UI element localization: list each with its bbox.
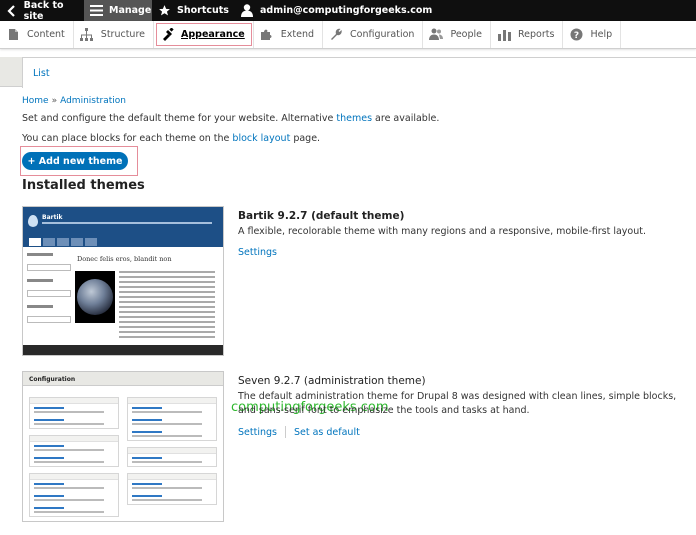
back-to-site-label: Back to site [23,0,64,22]
description-text: Set and configure the default theme for … [22,113,337,124]
description-text: are available. [372,113,440,124]
installed-themes-heading: Installed themes [22,178,145,193]
seven-theme-name: Seven 9.2.7 (administration theme) [238,375,426,387]
user-tab[interactable]: admin@computingforgeeks.com [234,0,440,21]
content-icon [6,28,20,42]
block-layout-description: You can place blocks for each theme on t… [22,133,320,144]
seven-header: Configuration [23,372,223,386]
bartik-header: Bartik [23,207,223,247]
shortcuts-label: Shortcuts [177,5,229,16]
bartik-article-text [119,271,215,341]
seven-theme-info: Seven 9.2.7 (administration theme) The d… [238,375,678,438]
chevron-left-icon [6,4,18,18]
admin-toolbar: Back to site Manage Shortcuts admin@comp… [0,0,696,22]
description-text: You can place blocks for each theme on t… [22,133,233,144]
breadcrumb-home-link[interactable]: Home [22,96,49,106]
extend-icon [260,28,274,42]
tab-list[interactable]: List [22,57,696,88]
bartik-theme-links: Settings [238,247,678,258]
menu-item-appearance[interactable]: Appearance [154,21,254,48]
drupal-drop-icon [28,215,38,227]
bartik-settings-link[interactable]: Settings [238,247,277,258]
menu-item-label: Configuration [350,29,415,40]
themes-description: Set and configure the default theme for … [22,113,439,124]
shortcuts-tab[interactable]: Shortcuts [152,0,234,21]
seven-left-column [29,397,119,521]
bartik-tabs [29,238,97,246]
people-icon [429,28,444,42]
seven-settings-link[interactable]: Settings [238,427,277,438]
bartik-article-image [75,271,115,323]
manage-label: Manage [109,5,152,16]
wrench-icon [329,28,343,42]
seven-set-default-link[interactable]: Set as default [294,427,360,438]
themes-link[interactable]: themes [336,113,372,124]
bartik-site-title: Bartik [42,214,63,221]
user-icon [240,4,254,18]
seven-page-title: Configuration [29,376,76,383]
breadcrumb-separator: » [51,96,58,106]
bartik-sidebar [27,253,71,331]
menu-item-configuration[interactable]: Configuration [323,21,424,48]
star-icon [158,4,171,18]
user-label: admin@computingforgeeks.com [260,5,433,16]
block-layout-link[interactable]: block layout [232,133,290,144]
breadcrumb: Home» Administration [22,96,126,106]
menu-item-people[interactable]: People [423,21,491,48]
seven-body [23,387,223,521]
help-icon: ? [569,28,583,42]
bartik-article-heading: Donec felis eros, blandit non [77,255,172,263]
hamburger-icon [90,4,103,18]
description-text: page. [290,133,321,144]
svg-text:?: ? [574,31,579,41]
link-divider [284,426,286,438]
seven-right-column [127,397,217,511]
seven-theme-description: The default administration theme for Dru… [238,391,677,416]
menu-item-label: Content [27,29,65,40]
primary-tabs-bar: List [0,57,696,88]
bartik-theme-name: Bartik 9.2.7 (default theme) [238,210,405,222]
bartik-footer [23,345,223,355]
manage-tab[interactable]: Manage [84,0,152,21]
breadcrumb-administration-link[interactable]: Administration [60,96,126,106]
bartik-screenshot: Bartik Donec felis eros, blandit non [22,206,224,356]
tab-list-label: List [33,68,50,79]
seven-theme-links: Settings Set as default [238,426,678,438]
menu-item-label: Appearance [181,29,245,40]
menu-item-reports[interactable]: Reports [491,21,564,48]
bartik-body: Donec felis eros, blandit non [23,247,223,347]
menu-item-help[interactable]: ? Help [563,21,622,48]
menu-item-structure[interactable]: Structure [74,21,154,48]
menu-item-extend[interactable]: Extend [254,21,323,48]
seven-screenshot: Configuration [22,371,224,522]
menu-item-label: Help [590,29,613,40]
menu-item-label: Reports [518,29,555,40]
admin-menu-tray: Content Structure Appearance Extend Conf… [0,21,696,49]
menu-item-content[interactable]: Content [0,21,74,48]
appearance-icon [160,28,174,42]
structure-icon [80,28,94,42]
bartik-theme-description: A flexible, recolorable theme with many … [238,226,646,237]
add-new-theme-button[interactable]: + Add new theme [22,152,128,170]
back-to-site-link[interactable]: Back to site [0,0,84,22]
bar-chart-icon [497,28,511,42]
menu-item-label: People [450,29,482,40]
menu-item-label: Structure [100,29,145,40]
bartik-slogan [42,222,212,224]
bartik-theme-info: Bartik 9.2.7 (default theme) A flexible,… [238,210,678,258]
menu-item-label: Extend [280,29,314,40]
